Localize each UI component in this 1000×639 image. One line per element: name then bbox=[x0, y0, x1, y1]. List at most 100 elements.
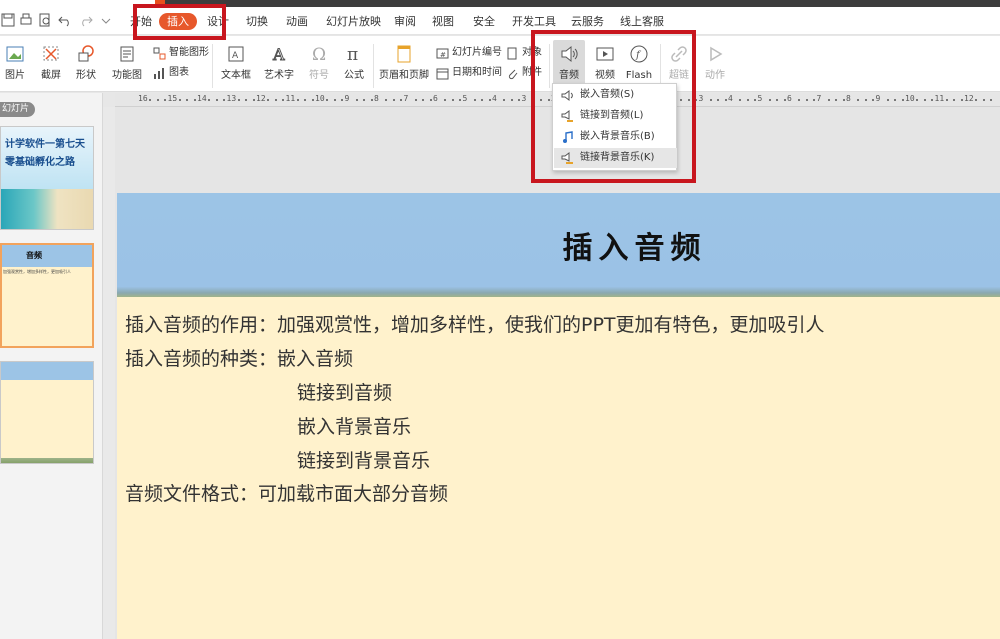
ruler-tick bbox=[392, 99, 395, 101]
ruler-tick bbox=[237, 99, 240, 101]
header-footer-button[interactable]: 页眉和页脚 bbox=[378, 42, 430, 88]
ruler-tick bbox=[547, 99, 550, 101]
tab-online-support[interactable]: 线上客服 bbox=[620, 13, 664, 30]
slide-text-line-1[interactable]: 插入音频的作用：加强观赏性，增加多样性，使我们的PPT更加有特色，更加吸引人 bbox=[125, 310, 825, 337]
hyperlink-button[interactable]: 超链 bbox=[664, 42, 694, 88]
tab-design[interactable]: 设计 bbox=[207, 13, 229, 30]
slide-thumbnail-2[interactable]: 音频 加强观赏性，增加多样性，更加吸引人 bbox=[0, 243, 94, 348]
print-preview-icon[interactable] bbox=[37, 12, 53, 28]
tab-home[interactable]: 开始 bbox=[130, 13, 152, 30]
ruler-tick bbox=[149, 99, 152, 101]
ruler-tick bbox=[687, 99, 690, 101]
undo-icon[interactable] bbox=[57, 12, 73, 28]
symbol-button[interactable]: Ω 符号 bbox=[304, 42, 334, 88]
video-button[interactable]: 视频 bbox=[590, 42, 620, 88]
speaker-icon bbox=[561, 90, 573, 101]
tab-security[interactable]: 安全 bbox=[473, 13, 495, 30]
ruler-number: 4 bbox=[728, 94, 733, 103]
flash-button[interactable]: f Flash bbox=[624, 42, 654, 88]
attachment-button[interactable]: 附件 bbox=[506, 64, 542, 82]
thumb2-title: 音频 bbox=[26, 251, 42, 260]
menu-item-label: 嵌入音频(S) bbox=[580, 89, 635, 100]
ruler-tick bbox=[835, 99, 838, 101]
picture-button[interactable]: 图片 bbox=[2, 42, 28, 88]
more-quick-access-icon[interactable] bbox=[98, 12, 114, 28]
slide-text-line-5[interactable]: 链接到背景音乐 bbox=[297, 446, 430, 473]
textbox-button[interactable]: A 文本框 bbox=[216, 42, 256, 88]
ruler-tick bbox=[414, 99, 417, 101]
screenshot-button[interactable]: 截屏 bbox=[36, 42, 66, 88]
screenshot-label: 截屏 bbox=[41, 70, 61, 81]
ruler-tick bbox=[680, 99, 683, 101]
linked-speaker-icon bbox=[561, 110, 573, 122]
slide-thumbnail-3[interactable] bbox=[0, 361, 94, 464]
menu-item-embed-bg-music[interactable]: 嵌入背景音乐(B) bbox=[554, 127, 677, 147]
audio-button[interactable]: 音频 bbox=[553, 42, 585, 88]
ruler-tick bbox=[518, 99, 521, 101]
slide-thumbnail-1[interactable]: 计学软件一第七天 零基础孵化之路 bbox=[0, 126, 94, 230]
pi-icon: π bbox=[340, 42, 368, 66]
ruler-tick bbox=[444, 99, 447, 101]
formula-label: 公式 bbox=[344, 70, 364, 81]
flash-icon: f bbox=[624, 42, 654, 66]
smart-shape-button[interactable]: 智能图形 bbox=[153, 44, 209, 62]
ruler-tick bbox=[429, 99, 432, 101]
slide-text-line-2[interactable]: 插入音频的种类：嵌入音频 bbox=[125, 344, 353, 371]
tab-animation[interactable]: 动画 bbox=[286, 13, 308, 30]
tab-view[interactable]: 视图 bbox=[432, 13, 454, 30]
print-icon[interactable] bbox=[18, 12, 34, 28]
ruler-tick bbox=[252, 99, 255, 101]
tab-developer[interactable]: 开发工具 bbox=[512, 13, 556, 30]
date-time-button[interactable]: 日期和时间 bbox=[436, 64, 502, 82]
ruler-tick bbox=[960, 99, 963, 101]
slide-text-line-6[interactable]: 音频文件格式：可加载市面大部分音频 bbox=[125, 479, 448, 506]
ruler-tick bbox=[208, 99, 211, 101]
formula-button[interactable]: π 公式 bbox=[340, 42, 368, 88]
ruler-tick bbox=[267, 99, 270, 101]
slide-thumbnail-panel: 幻灯片 计学软件一第七天 零基础孵化之路 音频 加强观赏性，增加多样性，更加吸引… bbox=[0, 93, 103, 639]
ruler-number: 3 bbox=[521, 94, 527, 103]
thumb3-header bbox=[1, 362, 93, 380]
ribbon-insert: 图片 截屏 形状 功能图 智能图形 图表 A 文本框 A 艺术字 Ω 符号 π … bbox=[0, 36, 1000, 92]
object-button[interactable]: 对象 bbox=[506, 44, 542, 62]
ruler-tick bbox=[164, 99, 167, 101]
slide-text-line-3[interactable]: 链接到音频 bbox=[297, 378, 392, 405]
menu-item-label: 链接背景音乐(K) bbox=[580, 152, 655, 163]
menu-item-embed-audio[interactable]: 嵌入音频(S) bbox=[554, 85, 677, 105]
slide-number-button[interactable]: # 幻灯片编号 bbox=[436, 44, 502, 62]
textbox-icon: A bbox=[216, 42, 256, 66]
ruler-number: 9 bbox=[875, 94, 881, 103]
ruler-tick bbox=[945, 99, 948, 101]
thumb1-title-line2: 零基础孵化之路 bbox=[5, 157, 75, 168]
tab-review[interactable]: 审阅 bbox=[394, 13, 416, 30]
wps-presentation-window: 开始 插入 设计 切换 动画 幻灯片放映 审阅 视图 安全 开发工具 云服务 线… bbox=[0, 0, 1000, 639]
slide-text-line-4[interactable]: 嵌入背景音乐 bbox=[297, 412, 411, 439]
menu-item-label: 嵌入背景音乐(B) bbox=[580, 131, 655, 142]
ruler-tick bbox=[540, 99, 543, 101]
chart-button[interactable]: 图表 bbox=[153, 64, 189, 82]
menu-item-link-audio[interactable]: 链接到音频(L) bbox=[554, 106, 677, 126]
ruler-tick bbox=[311, 99, 314, 101]
tab-cloud-service[interactable]: 云服务 bbox=[571, 13, 604, 30]
menu-item-link-bg-music[interactable]: 链接背景音乐(K) bbox=[554, 148, 677, 168]
link-icon bbox=[664, 42, 694, 66]
title-strip-accent bbox=[155, 0, 165, 7]
action-button[interactable]: 动作 bbox=[700, 42, 730, 88]
ruler-tick bbox=[296, 99, 299, 101]
tab-insert[interactable]: 插入 bbox=[159, 13, 197, 30]
ruler-number: 11 bbox=[934, 94, 945, 103]
tab-transition[interactable]: 切换 bbox=[246, 13, 268, 30]
current-slide[interactable]: 插入音频 插入音频的作用：加强观赏性，增加多样性，使我们的PPT更加有特色，更加… bbox=[117, 193, 1000, 639]
save-icon[interactable] bbox=[0, 12, 16, 28]
ruler-number: 5 bbox=[462, 94, 468, 103]
ruler-tick bbox=[459, 99, 462, 101]
ruler-tick bbox=[872, 99, 875, 101]
art-text-button[interactable]: A 艺术字 bbox=[260, 42, 298, 88]
redo-icon[interactable] bbox=[78, 12, 94, 28]
ruler-number: 13 bbox=[226, 94, 237, 103]
slide-title[interactable]: 插入音频 bbox=[117, 223, 1000, 267]
ruler-tick bbox=[304, 99, 307, 101]
tab-slideshow[interactable]: 幻灯片放映 bbox=[326, 13, 381, 30]
shape-button[interactable]: 形状 bbox=[72, 42, 100, 88]
function-chart-button[interactable]: 功能图 bbox=[108, 42, 146, 88]
